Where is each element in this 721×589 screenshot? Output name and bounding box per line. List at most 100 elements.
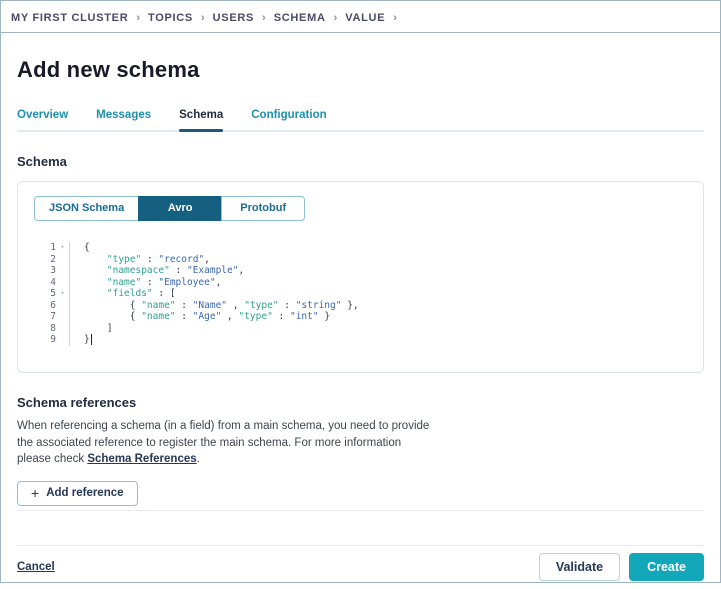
code-token: : [272, 311, 290, 322]
code-token: : [278, 299, 296, 311]
breadcrumb-item[interactable]: VALUE [345, 12, 385, 24]
code-token: "int" [289, 311, 319, 322]
schema-type-json-schema[interactable]: JSON Schema [34, 196, 140, 221]
code-line: 4 "name" : "Employee", [34, 276, 687, 289]
tab-configuration[interactable]: Configuration [251, 109, 326, 130]
line-number: 9 [50, 334, 56, 345]
code-token: "record" [158, 253, 205, 265]
breadcrumb-item[interactable]: SCHEMA [274, 12, 326, 24]
code-text: "namespace" : "Example", [69, 265, 687, 277]
code-token: , [221, 311, 239, 322]
code-token: }, [341, 299, 359, 311]
add-reference-button[interactable]: + Add reference [17, 480, 138, 506]
breadcrumb-item[interactable]: USERS [213, 12, 254, 24]
code-token: , [227, 299, 245, 311]
code-token: "type" [244, 299, 279, 311]
tab-schema[interactable]: Schema [179, 109, 224, 132]
footer: Cancel Validate Create [17, 546, 704, 583]
schema-references-description: When referencing a schema (in a field) f… [17, 418, 704, 468]
plus-icon: + [31, 485, 40, 501]
code-token: "namespace" [106, 265, 170, 276]
code-token: , [204, 253, 210, 265]
code-token: : [141, 253, 159, 265]
description-line: please check Schema References. [17, 451, 704, 468]
code-line: 7 { "name" : "Age" , "type" : "int" } [34, 311, 687, 323]
code-token: "name" [141, 299, 176, 311]
code-token: : [141, 276, 159, 288]
code-line: 3 "namespace" : "Example", [34, 265, 687, 277]
code-token: ] [84, 322, 113, 334]
breadcrumb: MY FIRST CLUSTER › TOPICS › USERS › SCHEMA › VAL… [1, 1, 720, 33]
tab-messages[interactable]: Messages [96, 109, 151, 130]
breadcrumb-item[interactable]: TOPICS [148, 12, 193, 24]
description-line: When referencing a schema (in a field) f… [17, 420, 430, 432]
schema-editor-panel: JSON Schema Avro Protobuf 1 ▾{2 "type" : "r… [17, 181, 704, 373]
schema-code-editor[interactable]: 1 ▾{2 "type" : "record", 3 "namespace" : "… [34, 242, 687, 346]
description-text: . [196, 453, 200, 465]
footer-actions: Validate Create [538, 552, 704, 581]
validate-button[interactable]: Validate [538, 552, 621, 581]
code-token: { [84, 242, 90, 253]
code-token: "name" [141, 311, 176, 322]
code-token: : [169, 265, 187, 276]
tab-overview[interactable]: Overview [17, 109, 68, 130]
chevron-right-icon: › [393, 12, 397, 24]
schema-references-heading: Schema references [17, 395, 137, 410]
code-line: 8 ] [34, 322, 687, 335]
code-text: "fields" : [ [69, 288, 687, 300]
code-token: { [84, 311, 142, 322]
line-number: 7 [50, 311, 56, 322]
line-number: 2 [50, 253, 56, 265]
schema-type-toggle: JSON Schema Avro Protobuf [34, 196, 687, 221]
code-token: "Age" [192, 311, 222, 322]
code-line: 1 ▾ { [34, 242, 687, 254]
cancel-link[interactable]: Cancel [17, 561, 55, 573]
fold-arrow-icon[interactable]: ▾ [56, 288, 69, 300]
code-token: "Employee" [158, 276, 216, 288]
code-token: } [318, 311, 331, 322]
breadcrumb-item[interactable]: MY FIRST CLUSTER [11, 12, 128, 24]
schema-section-heading: Schema [17, 154, 67, 169]
code-token: "type" [106, 253, 142, 265]
page-title: Add new schema [17, 57, 200, 82]
code-line: 6 { "name" : "Name" , "type" : "string" … [34, 299, 687, 312]
line-number: 3 [50, 265, 56, 276]
code-token: : [175, 311, 193, 322]
schema-type-avro[interactable]: Avro [138, 196, 223, 221]
code-token: "Name" [192, 299, 228, 311]
line-number: 4 [50, 276, 56, 288]
code-token: : [ [152, 288, 176, 299]
line-number: 6 [50, 299, 56, 311]
code-token: } [84, 334, 90, 345]
create-button[interactable]: Create [629, 552, 704, 581]
code-token: "name" [106, 276, 142, 288]
line-number: 8 [50, 322, 56, 334]
page-content: Add new schema Overview Messages Schema Con… [1, 57, 720, 583]
code-text: { [69, 242, 687, 254]
code-text: } [69, 334, 687, 346]
code-token: "type" [238, 311, 273, 322]
code-token: "string" [295, 299, 342, 311]
chevron-right-icon: › [333, 12, 338, 24]
text-cursor [90, 334, 92, 345]
chevron-right-icon: › [200, 12, 205, 24]
line-number: 5 [50, 288, 56, 299]
fold-arrow-icon[interactable]: ▾ [56, 242, 69, 254]
code-text: "type" : "record", [69, 253, 687, 265]
schema-references-link[interactable]: Schema References [87, 453, 196, 465]
code-text: { "name" : "Age" , "type" : "int" } [69, 311, 687, 323]
chevron-right-icon: › [262, 12, 266, 24]
code-token: "Example" [186, 265, 239, 276]
schema-type-protobuf[interactable]: Protobuf [221, 196, 306, 221]
